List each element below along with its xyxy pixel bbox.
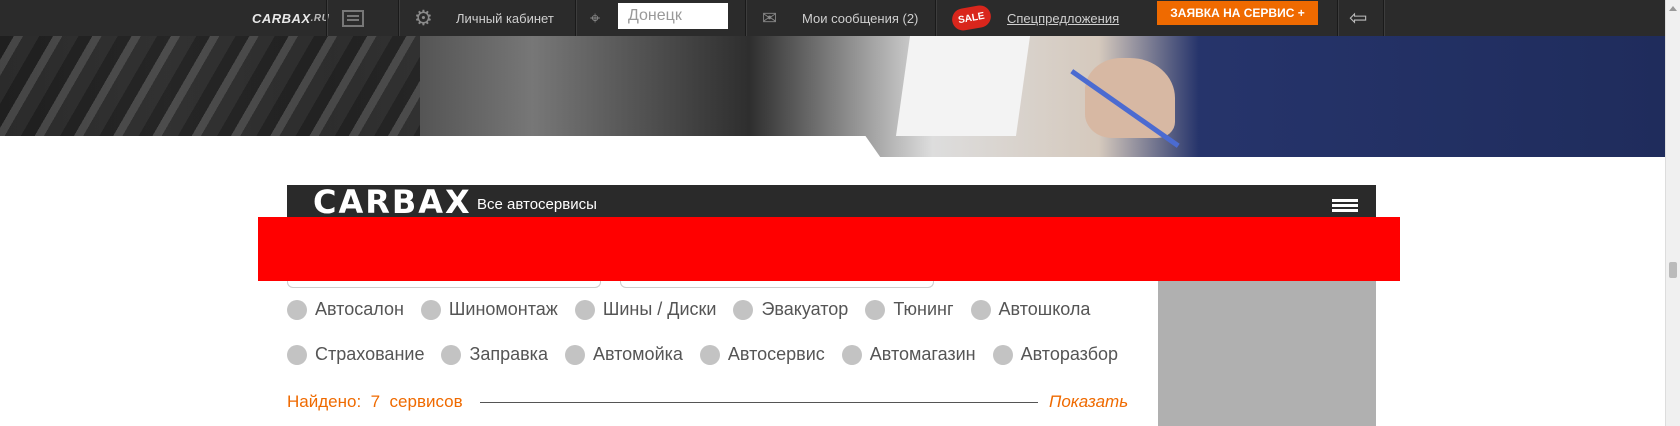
radio-button-icon[interactable] <box>564 344 585 365</box>
category-option[interactable]: Шиномонтаж <box>420 299 558 320</box>
category-option[interactable]: Автосервис <box>699 344 825 365</box>
menu-burger-icon[interactable] <box>1332 199 1358 213</box>
carbax-logo[interactable]: CARBAX <box>313 186 472 218</box>
redacted-area <box>258 217 1400 281</box>
sale-badge: SALE <box>950 3 993 33</box>
category-label: Авторазбор <box>1020 344 1119 364</box>
radio-button-icon[interactable] <box>841 344 862 365</box>
category-label: Автосалон <box>315 299 404 319</box>
category-label: Заправка <box>469 344 548 364</box>
divider <box>326 0 328 36</box>
category-option[interactable]: Автомагазин <box>841 344 976 365</box>
side-panel-placeholder <box>1158 281 1376 426</box>
radio-button-icon[interactable] <box>287 299 307 320</box>
category-label: Автосервис <box>727 344 825 364</box>
panel-subtitle: Все автосервисы <box>477 196 597 213</box>
results-count: Найдено: 7 сервисов <box>287 392 463 412</box>
divider-line <box>480 402 1038 403</box>
service-request-button[interactable]: ЗАЯВКА НА СЕРВИС + <box>1157 1 1318 25</box>
location-pin-icon: ⌖ <box>590 7 601 28</box>
messages-link[interactable]: Мои сообщения (2) <box>802 0 918 36</box>
radio-button-icon[interactable] <box>733 299 754 320</box>
found-unit: сервисов <box>389 392 463 411</box>
divider <box>1337 0 1339 36</box>
category-option[interactable]: Автошкола <box>970 299 1091 320</box>
radio-button-icon[interactable] <box>574 299 595 320</box>
category-option[interactable]: Тюнинг <box>865 299 954 320</box>
category-option[interactable]: Эвакуатор <box>733 299 848 320</box>
category-row: Автосалон Шиномонтаж Шины / Диски Эвакуатор… <box>287 299 1107 320</box>
category-label: Автомагазин <box>869 344 976 364</box>
page-scrollbar[interactable] <box>1665 0 1680 426</box>
category-label: Шиномонтаж <box>448 299 558 319</box>
special-offers-link[interactable]: Спецпредложения <box>1007 0 1119 36</box>
category-option[interactable]: Заправка <box>441 344 548 365</box>
divider <box>398 0 400 36</box>
scrollbar-thumb[interactable] <box>1669 262 1677 278</box>
radio-button-icon[interactable] <box>699 344 720 365</box>
category-option[interactable]: Авторазбор <box>992 344 1119 365</box>
category-label: Страхование <box>315 344 425 364</box>
radio-button-icon[interactable] <box>420 299 441 320</box>
found-label: Найдено: <box>287 392 362 411</box>
category-option[interactable]: Страхование <box>287 344 424 365</box>
mail-icon: ✉ <box>762 7 778 28</box>
gear-icon[interactable]: ⚙ <box>414 0 438 36</box>
top-navigation-bar: CARBAX.RU ⚙ Личный кабинет ⌖ ✉ Мои сообщ… <box>0 0 1665 36</box>
category-label: Шины / Диски <box>602 299 717 319</box>
category-label: Тюнинг <box>893 299 954 319</box>
divider <box>745 0 747 36</box>
category-option[interactable]: Шины / Диски <box>574 299 717 320</box>
radio-button-icon[interactable] <box>970 299 991 320</box>
radio-button-icon[interactable] <box>287 344 307 365</box>
category-option[interactable]: Автомойка <box>564 344 683 365</box>
radio-button-icon[interactable] <box>865 299 886 320</box>
catalog-icon[interactable] <box>342 0 368 36</box>
category-label: Автошкола <box>998 299 1091 319</box>
found-count: 7 <box>370 392 381 411</box>
radio-button-icon[interactable] <box>992 344 1013 365</box>
category-option[interactable]: Автосалон <box>287 299 404 320</box>
logo-text: CARBAX <box>252 10 311 26</box>
category-label: Автомойка <box>592 344 683 364</box>
search-field-edge[interactable] <box>620 281 934 288</box>
divider <box>935 0 937 36</box>
hero-banner-image <box>0 36 1665 157</box>
radio-button-icon[interactable] <box>441 344 462 365</box>
divider <box>1383 0 1385 36</box>
divider <box>575 0 577 36</box>
show-results-link[interactable]: Показать <box>1049 392 1128 412</box>
exit-icon[interactable]: ⇦ <box>1349 0 1367 36</box>
city-input[interactable] <box>618 3 728 29</box>
search-field-edge[interactable] <box>287 281 601 288</box>
site-logo[interactable]: CARBAX .RU <box>252 0 329 36</box>
personal-cabinet-link[interactable]: Личный кабинет <box>456 0 554 36</box>
category-row: Страхование Заправка Автомойка Автосервис Ав… <box>287 344 1135 365</box>
scroll-up-arrow-icon[interactable] <box>1669 6 1677 11</box>
category-label: Эвакуатор <box>761 299 849 319</box>
